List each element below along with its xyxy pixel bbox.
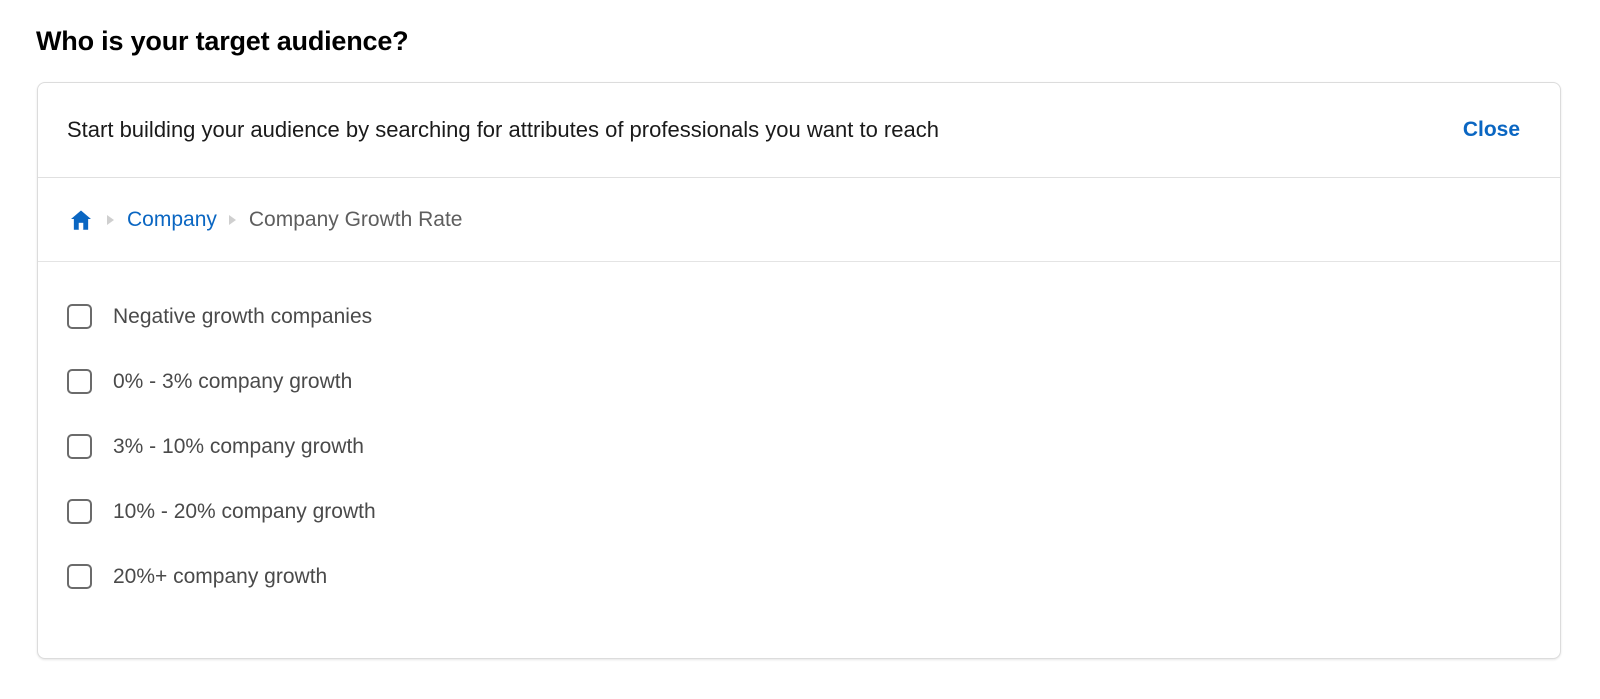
audience-builder-card: Start building your audience by searchin… bbox=[37, 82, 1561, 659]
checkbox[interactable] bbox=[67, 304, 92, 329]
option-label: 0% - 3% company growth bbox=[113, 369, 353, 393]
option-list: Negative growth companies 0% - 3% compan… bbox=[38, 262, 1560, 609]
close-button[interactable]: Close bbox=[1463, 118, 1532, 142]
breadcrumb-item-company[interactable]: Company bbox=[127, 208, 217, 232]
list-item[interactable]: Negative growth companies bbox=[38, 284, 1560, 349]
checkbox[interactable] bbox=[67, 499, 92, 524]
option-label: 20%+ company growth bbox=[113, 564, 328, 588]
option-label: 10% - 20% company growth bbox=[113, 499, 376, 523]
home-icon[interactable] bbox=[67, 206, 95, 234]
breadcrumb: Company Company Growth Rate bbox=[38, 178, 1560, 262]
card-header-description: Start building your audience by searchin… bbox=[67, 117, 939, 142]
list-item[interactable]: 10% - 20% company growth bbox=[38, 479, 1560, 544]
list-item[interactable]: 20%+ company growth bbox=[38, 544, 1560, 609]
option-label: Negative growth companies bbox=[113, 304, 373, 328]
breadcrumb-item-current: Company Growth Rate bbox=[248, 207, 463, 231]
page-title: Who is your target audience? bbox=[36, 26, 409, 56]
caret-right-icon bbox=[99, 208, 123, 232]
checkbox[interactable] bbox=[67, 434, 92, 459]
list-item[interactable]: 0% - 3% company growth bbox=[38, 349, 1560, 414]
audience-builder-page: Who is your target audience? Start build… bbox=[0, 0, 1600, 699]
card-header: Start building your audience by searchin… bbox=[38, 83, 1560, 178]
list-item[interactable]: 3% - 10% company growth bbox=[38, 414, 1560, 479]
option-label: 3% - 10% company growth bbox=[113, 434, 364, 458]
checkbox[interactable] bbox=[67, 564, 92, 589]
caret-right-icon bbox=[221, 208, 245, 232]
checkbox[interactable] bbox=[67, 369, 92, 394]
